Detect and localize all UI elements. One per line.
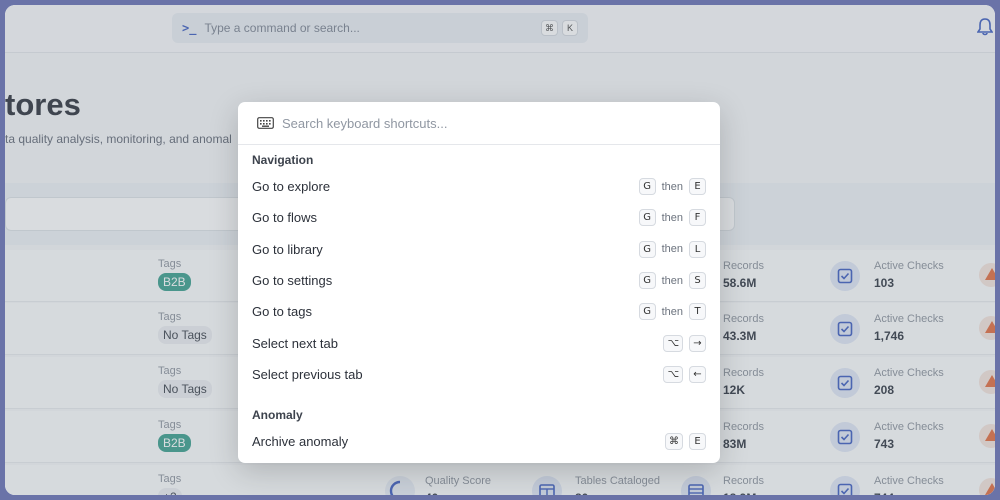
shortcut-keys: Gthen S bbox=[638, 272, 706, 290]
shortcut-label: Select next tab bbox=[252, 335, 338, 351]
key-cap: T bbox=[689, 303, 706, 321]
then-text: then bbox=[661, 211, 683, 224]
then-text: then bbox=[661, 274, 683, 287]
shortcut-keys: Gthen F bbox=[638, 209, 706, 227]
shortcut-sections: Navigation Go to explore Gthen E Go to flows… bbox=[238, 153, 720, 457]
then-text: then bbox=[661, 243, 683, 256]
shortcut-item[interactable]: Go to flows Gthen F bbox=[238, 202, 720, 233]
key-cap: ← bbox=[689, 365, 706, 383]
shortcut-item[interactable]: Select previous tab ⌥ ← bbox=[238, 359, 720, 390]
shortcut-label: Go to settings bbox=[252, 273, 333, 289]
key-cap: → bbox=[689, 334, 706, 352]
key-cap: L bbox=[689, 240, 706, 258]
keyboard-shortcuts-dialog: Navigation Go to explore Gthen E Go to flows… bbox=[238, 102, 720, 463]
shortcut-search bbox=[238, 102, 720, 145]
shortcut-keys: ⌘ E bbox=[665, 433, 706, 451]
key-cap: G bbox=[638, 272, 656, 290]
shortcut-item[interactable]: Go to settings Gthen S bbox=[238, 265, 720, 296]
key-cap: E bbox=[689, 178, 706, 196]
key-cap: ⌥ bbox=[663, 365, 683, 383]
shortcut-keys: Gthen E bbox=[638, 178, 706, 196]
shortcut-item[interactable]: Archive anomaly ⌘ E bbox=[238, 426, 720, 457]
shortcut-label: Go to flows bbox=[252, 210, 318, 226]
key-cap: G bbox=[638, 303, 656, 321]
key-cap: ⌥ bbox=[663, 334, 683, 352]
key-cap: S bbox=[689, 272, 706, 290]
shortcut-keys: ⌥ ← bbox=[663, 365, 706, 383]
then-text: then bbox=[661, 305, 683, 318]
shortcut-label: Select previous tab bbox=[252, 366, 363, 382]
shortcut-item[interactable]: Go to library Gthen L bbox=[238, 234, 720, 265]
shortcut-label: Archive anomaly bbox=[252, 434, 349, 450]
shortcut-label: Go to explore bbox=[252, 179, 331, 195]
key-cap: G bbox=[638, 240, 656, 258]
shortcut-label: Go to library bbox=[252, 241, 323, 257]
shortcut-item[interactable]: Go to explore Gthen E bbox=[238, 171, 720, 202]
shortcut-keys: ⌥ → bbox=[663, 334, 706, 352]
key-cap: F bbox=[689, 209, 706, 227]
key-cap: G bbox=[638, 178, 656, 196]
key-cap: G bbox=[638, 209, 656, 227]
then-text: then bbox=[661, 180, 683, 193]
shortcut-label: Go to tags bbox=[252, 304, 312, 320]
key-cap: E bbox=[689, 433, 706, 451]
shortcut-item[interactable]: Select next tab ⌥ → bbox=[238, 327, 720, 358]
section-heading: Navigation bbox=[252, 153, 314, 167]
shortcut-item[interactable]: Go to tags Gthen T bbox=[238, 296, 720, 327]
shortcut-keys: Gthen T bbox=[638, 303, 706, 321]
key-cap: ⌘ bbox=[665, 433, 683, 451]
shortcut-search-input[interactable] bbox=[282, 115, 682, 131]
shortcut-keys: Gthen L bbox=[638, 240, 706, 258]
keyboard-icon bbox=[257, 117, 274, 129]
section-heading: Anomaly bbox=[252, 408, 303, 423]
